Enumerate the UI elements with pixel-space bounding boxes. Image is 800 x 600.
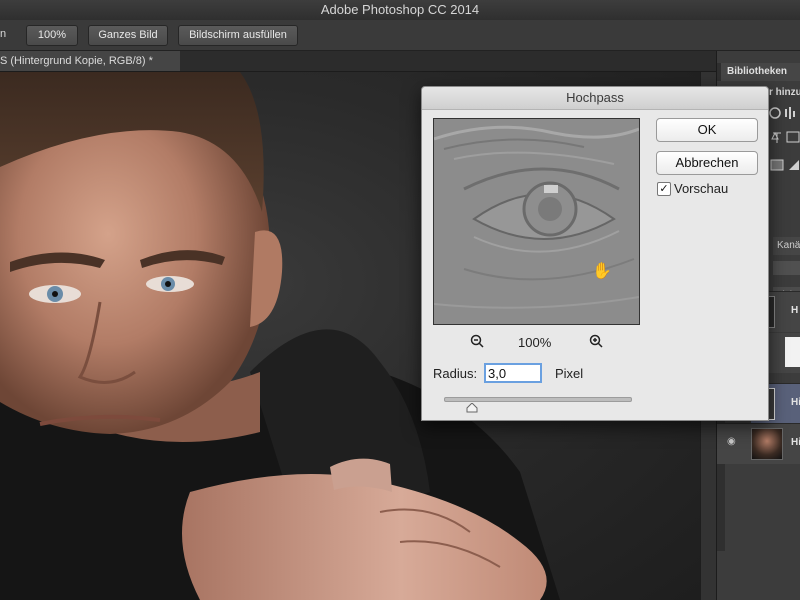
layer-name: Hi — [791, 397, 800, 408]
radius-label: Radius: — [433, 366, 478, 381]
zoom-100-button[interactable]: 100% — [26, 25, 78, 46]
dialog-title: Hochpass — [422, 87, 768, 110]
fill-screen-button[interactable]: Bildschirm ausfüllen — [178, 25, 298, 46]
zoom-in-button[interactable] — [589, 334, 603, 348]
options-bar-partial-label: n — [0, 28, 7, 40]
brightness-icon — [769, 107, 781, 119]
layer-photo-thumbnail — [751, 428, 783, 460]
adjustment-icons-row-3 — [769, 157, 800, 173]
layer-row[interactable]: ◉ Hi — [717, 423, 800, 464]
gradient-map-icon — [789, 160, 799, 170]
layer-name: Hi — [791, 437, 800, 448]
tab-channels[interactable]: Kanä — [773, 237, 800, 255]
balance-icon — [771, 131, 781, 143]
blend-mode-select[interactable] — [773, 261, 800, 275]
zoom-out-button[interactable] — [470, 334, 484, 348]
add-label-partial: r hinzu — [769, 87, 800, 98]
levels-icon — [785, 109, 787, 117]
preview-checkbox-label[interactable]: Vorschau — [674, 181, 728, 196]
photo-filter-icon — [770, 159, 784, 171]
preview-checkbox[interactable]: ✓ — [657, 182, 671, 196]
eye-icon[interactable]: ◉ — [727, 436, 736, 447]
high-pass-dialog: Hochpass ✋ OK Abbrechen ✓ Vorschau 100% … — [421, 86, 769, 421]
zoom-in-icon — [589, 334, 603, 348]
zoom-out-icon — [470, 334, 484, 348]
ok-button[interactable]: OK — [656, 118, 758, 142]
libraries-tab-bar: Bibliotheken — [717, 63, 800, 81]
zoom-level: 100% — [518, 335, 552, 350]
window-title: Adobe Photoshop CC 2014 — [0, 0, 800, 20]
adjustment-icons-row-1 — [769, 105, 800, 121]
checkmark-icon: ✓ — [659, 183, 669, 195]
filter-preview[interactable]: ✋ — [433, 118, 640, 325]
high-pass-preview-image — [434, 119, 639, 324]
document-tab[interactable]: S (Hintergrund Kopie, RGB/8) * — [0, 51, 180, 71]
fit-screen-button[interactable]: Ganzes Bild — [88, 25, 168, 46]
cancel-button[interactable]: Abbrechen — [656, 151, 758, 175]
radius-slider-thumb[interactable] — [466, 400, 478, 413]
unit-label: Pixel — [555, 366, 584, 381]
layer-name: H — [791, 305, 799, 316]
hand-tool-icon: ✋ — [592, 263, 612, 280]
tab-libraries[interactable]: Bibliotheken — [721, 63, 800, 81]
document-tab-bar: S (Hintergrund Kopie, RGB/8) * — [0, 51, 716, 72]
layer-mask-thumbnail — [785, 337, 800, 367]
options-bar: n 100% Ganzes Bild Bildschirm ausfüllen — [0, 20, 800, 51]
adjustment-icons-row-2 — [769, 129, 800, 145]
radius-input[interactable] — [484, 363, 542, 383]
